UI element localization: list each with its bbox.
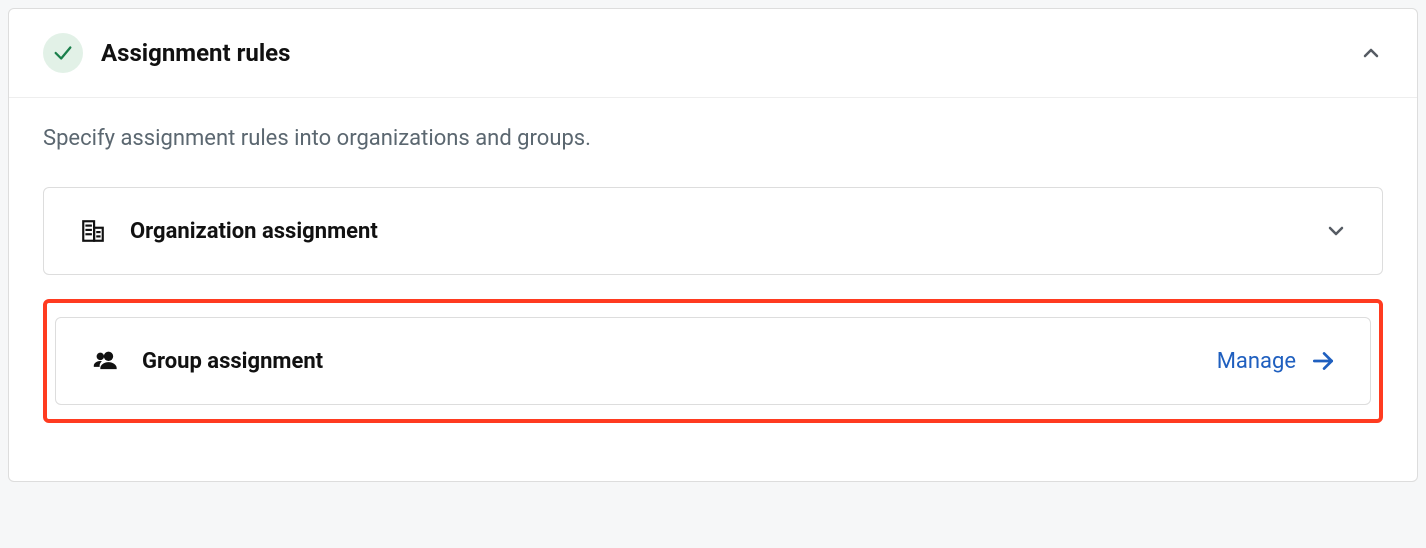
group-assignment-row-wrap: Group assignment Manage bbox=[43, 299, 1383, 423]
arrow-right-icon bbox=[1310, 348, 1336, 374]
manage-link[interactable]: Manage bbox=[1217, 348, 1336, 374]
group-assignment-title: Group assignment bbox=[142, 349, 323, 374]
chevron-down-icon[interactable] bbox=[1324, 219, 1348, 243]
panel-body: Specify assignment rules into organizati… bbox=[9, 98, 1417, 481]
panel-description: Specify assignment rules into organizati… bbox=[43, 126, 1383, 151]
organization-assignment-row-wrap: Organization assignment bbox=[43, 187, 1383, 275]
organization-icon bbox=[78, 216, 108, 246]
group-icon bbox=[90, 346, 120, 376]
group-assignment-row[interactable]: Group assignment Manage bbox=[55, 317, 1371, 405]
chevron-up-icon[interactable] bbox=[1359, 41, 1383, 65]
assignment-rules-panel: Assignment rules Specify assignment rule… bbox=[8, 8, 1418, 482]
organization-assignment-title: Organization assignment bbox=[130, 219, 378, 244]
organization-assignment-row[interactable]: Organization assignment bbox=[43, 187, 1383, 275]
check-icon bbox=[43, 33, 83, 73]
panel-title: Assignment rules bbox=[101, 39, 290, 67]
panel-header[interactable]: Assignment rules bbox=[9, 9, 1417, 98]
manage-link-label: Manage bbox=[1217, 349, 1296, 374]
